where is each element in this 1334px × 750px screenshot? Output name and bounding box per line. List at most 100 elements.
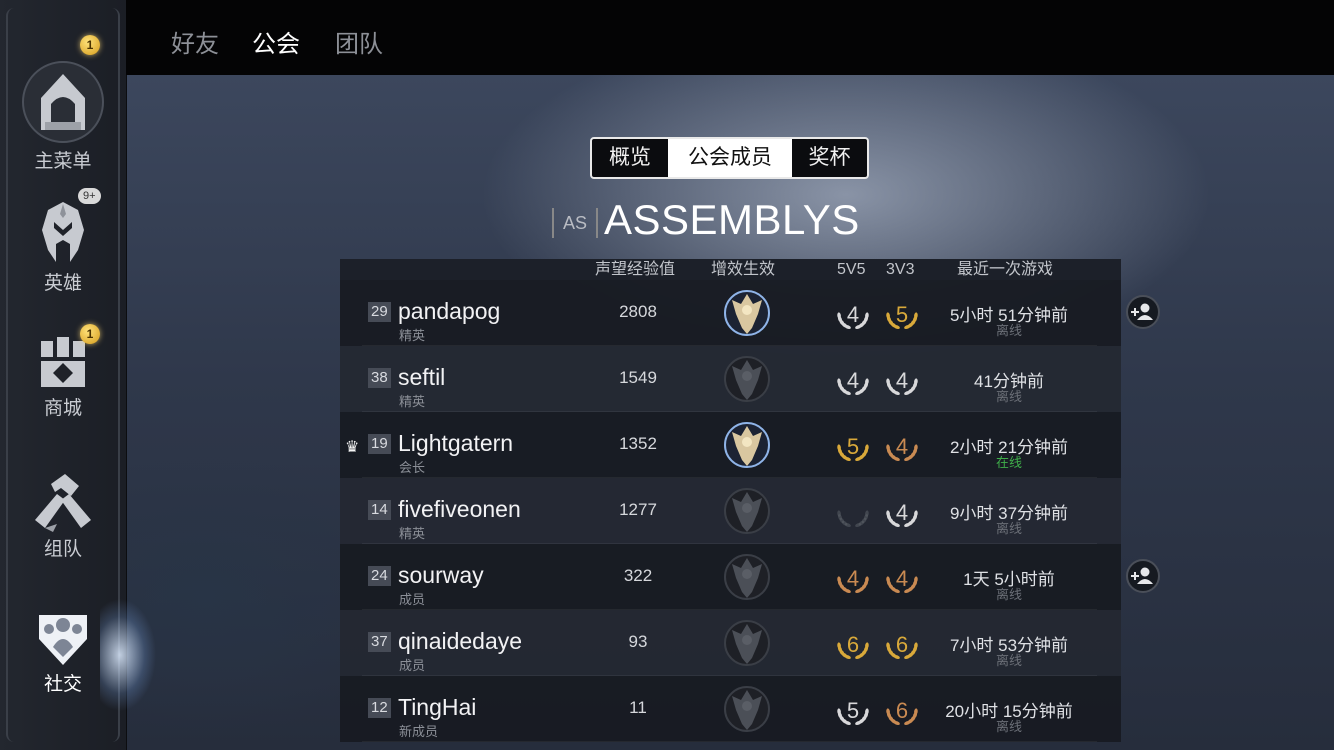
notification-badge: 1 — [80, 324, 100, 344]
member-row[interactable]: 24 sourway 成员 322 4 4 1天 5小时前 离线 — [340, 544, 1160, 610]
member-name: sourway — [398, 562, 484, 588]
member-name: qinaidedaye — [398, 628, 523, 654]
rank-laurel-icon: 4 — [886, 500, 918, 528]
add-friend-icon — [1131, 567, 1153, 584]
member-role: 精英 — [399, 394, 426, 409]
rank-value: 4 — [847, 302, 859, 327]
member-row[interactable]: 29 pandapog 精英 2808 4 5 5小时 51分钟前 离线 — [340, 280, 1160, 346]
tab-party[interactable]: 团队 — [335, 24, 383, 59]
member-reputation: 322 — [623, 566, 653, 585]
member-row[interactable]: ♛ 19 Lightgatern 会长 1352 5 4 2小时 21分钟前 在线 — [340, 412, 1121, 478]
shop-icon — [41, 337, 85, 387]
sidebar-item-label: 主菜单 — [34, 151, 92, 172]
tab-overview[interactable]: 概览 — [592, 139, 668, 177]
sidebar-item-label: 英雄 — [43, 273, 82, 294]
social-icon — [39, 615, 87, 665]
member-name: Lightgatern — [398, 430, 514, 456]
add-friend-button[interactable] — [1126, 559, 1160, 593]
sidebar-item-heroes[interactable]: 英雄 — [0, 200, 126, 295]
rank-value: 4 — [896, 434, 908, 459]
hero-helmet-icon — [42, 202, 84, 262]
rank-laurel-icon: 6 — [886, 632, 918, 660]
add-friend-button[interactable] — [1126, 295, 1160, 329]
buff-inactive-icon — [724, 488, 770, 534]
row-divider — [362, 741, 1097, 742]
header-3v3: 3V3 — [886, 261, 915, 278]
tab-trophies[interactable]: 奖杯 — [792, 139, 867, 177]
member-name: fivefiveonen — [398, 496, 521, 522]
member-level: 14 — [368, 500, 391, 520]
member-role: 精英 — [399, 328, 426, 343]
active-glow — [100, 580, 190, 730]
rank-value: 4 — [896, 368, 908, 393]
notification-badge: 9+ — [78, 188, 101, 204]
buff-active-icon — [724, 422, 770, 468]
rank-laurel-icon — [837, 510, 869, 528]
tab-friends[interactable]: 好友 — [171, 24, 219, 59]
rank-laurel-icon: 4 — [837, 302, 869, 330]
member-reputation: 1277 — [619, 500, 657, 519]
member-row[interactable]: 37 qinaidedaye 成员 93 6 6 7小时 53分钟前 离线 — [340, 610, 1121, 676]
member-role: 新成员 — [399, 724, 439, 739]
rank-laurel-icon: 5 — [837, 434, 869, 462]
rank-laurel-icon: 4 — [837, 368, 869, 396]
member-role: 会长 — [399, 460, 426, 475]
member-reputation: 11 — [629, 698, 647, 717]
rank-laurel-icon: 6 — [886, 698, 918, 726]
member-status: 离线 — [995, 653, 1022, 668]
table-header: 声望经验值 增效生效 5V5 3V3 最近一次游戏 — [340, 259, 1121, 280]
sidebar-item-label: 商城 — [43, 398, 82, 419]
tab-guild-members[interactable]: 公会成员 — [668, 139, 792, 177]
member-status: 离线 — [995, 389, 1022, 404]
member-status: 离线 — [995, 323, 1022, 338]
buff-inactive-icon — [724, 686, 770, 732]
notification-badge: 1 — [80, 35, 100, 55]
member-status: 离线 — [995, 587, 1022, 602]
rank-laurel-icon: 4 — [886, 368, 918, 396]
rank-value: 4 — [896, 500, 908, 525]
guild-name: ASSEMBLYS — [604, 196, 860, 243]
rank-value: 5 — [847, 698, 859, 723]
member-row[interactable]: 12 TingHai 新成员 11 5 6 20小时 15分钟前 离线 — [340, 676, 1121, 742]
sidebar-item-team[interactable]: 组队 — [0, 470, 126, 561]
rank-laurel-icon: 4 — [886, 434, 918, 462]
header-reputation: 声望经验值 — [595, 261, 676, 278]
member-row[interactable]: 14 fivefiveonen 精英 1277 4 9小时 37分钟前 离线 — [340, 478, 1121, 544]
member-reputation: 1352 — [619, 434, 657, 453]
rank-laurel-icon: 5 — [886, 302, 918, 330]
rank-value: 6 — [847, 632, 859, 657]
member-reputation: 93 — [628, 632, 648, 651]
rank-laurel-icon: 4 — [837, 566, 869, 594]
rank-value: 5 — [896, 302, 908, 327]
member-level: 12 — [368, 698, 391, 718]
member-name: seftil — [398, 364, 446, 390]
add-friend-icon — [1131, 303, 1153, 320]
rank-laurel-icon: 5 — [837, 698, 869, 726]
top-bar: 好友 公会 团队 — [126, 0, 1334, 75]
member-reputation: 2808 — [619, 302, 657, 321]
member-level: 24 — [368, 566, 391, 586]
member-level: 19 — [368, 434, 391, 454]
rank-value: 4 — [847, 368, 859, 393]
rank-value: 5 — [847, 434, 859, 459]
sidebar-item-shop[interactable]: 商城 — [0, 335, 126, 420]
rank-value: 6 — [896, 632, 908, 657]
sidebar-item-main-menu[interactable]: 主菜单 — [0, 60, 126, 173]
member-role: 精英 — [399, 526, 426, 541]
sidebar-item-label: 组队 — [43, 539, 82, 560]
guild-tag: AS — [552, 208, 598, 238]
header-buff: 增效生效 — [711, 261, 776, 278]
team-handshake-icon — [35, 474, 91, 532]
header-5v5: 5V5 — [837, 261, 866, 278]
member-level: 37 — [368, 632, 391, 652]
member-row[interactable]: 38 seftil 精英 1549 4 4 41分钟前 离线 — [340, 346, 1121, 412]
rank-value: 6 — [896, 698, 908, 723]
member-reputation: 1549 — [619, 368, 657, 387]
member-level: 38 — [368, 368, 391, 388]
member-status: 离线 — [995, 521, 1022, 536]
header-last-game: 最近一次游戏 — [957, 261, 1054, 278]
main-menu-icon — [22, 61, 104, 143]
rank-laurel-icon: 4 — [886, 566, 918, 594]
tab-guild[interactable]: 公会 — [252, 24, 300, 59]
buff-inactive-icon — [724, 554, 770, 600]
